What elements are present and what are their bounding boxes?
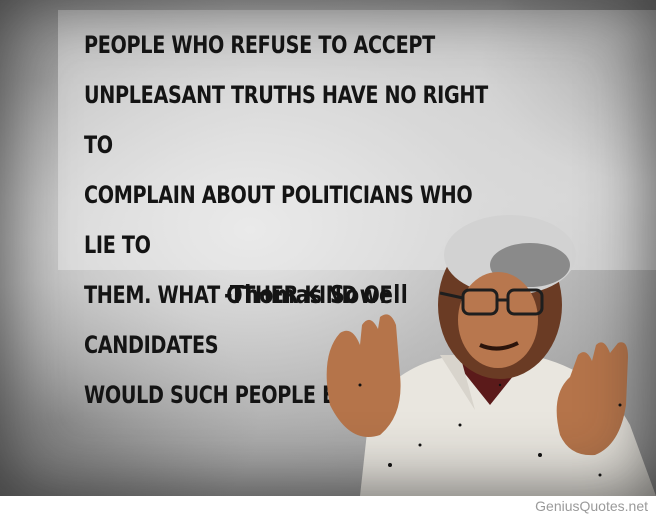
- quote-poster: People who refuse to accept unpleasant t…: [0, 0, 656, 496]
- left-hand: [326, 314, 401, 437]
- quote-line: People who refuse to accept: [84, 31, 435, 59]
- face-highlight: [458, 272, 538, 368]
- portrait-illustration: [326, 215, 656, 496]
- quote-line: unpleasant truths have no right to: [84, 81, 488, 159]
- watermark: GeniusQuotes.net: [535, 498, 648, 514]
